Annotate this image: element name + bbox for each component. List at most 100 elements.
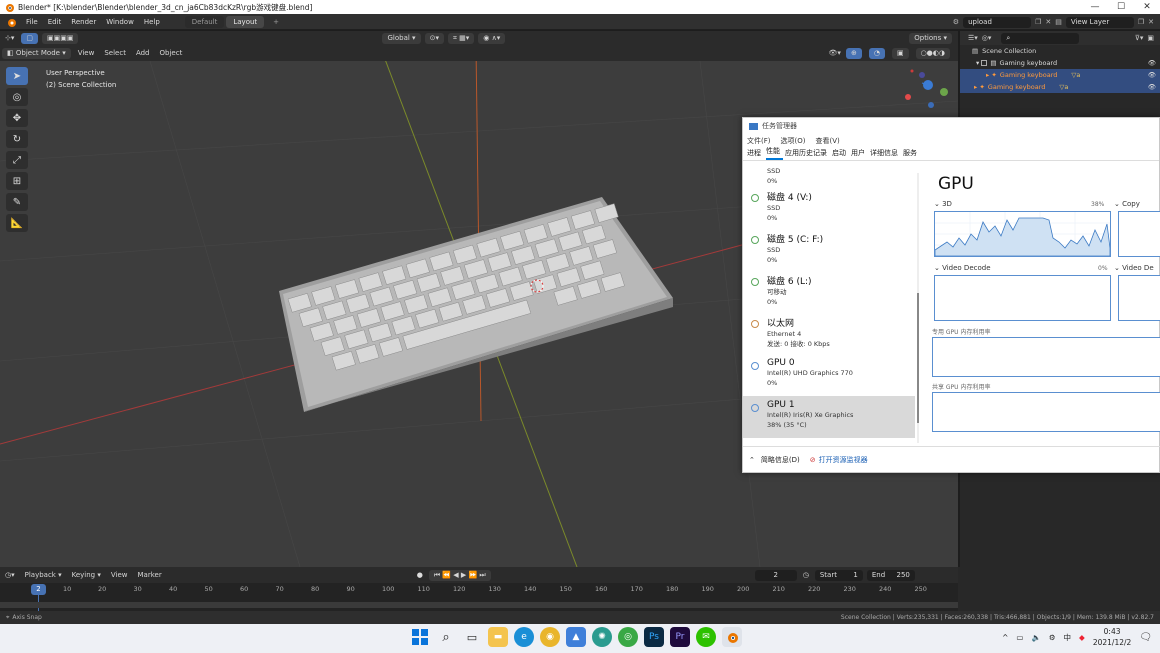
tm-scrollbar[interactable] xyxy=(917,173,919,443)
network-icon[interactable]: ▭ xyxy=(1016,633,1023,642)
outliner-search-input[interactable]: ⌕ xyxy=(1001,32,1080,44)
current-frame-indicator[interactable]: 2 xyxy=(31,584,46,595)
editor-type-icon[interactable]: ⊹▾ xyxy=(0,34,19,42)
playback-controls[interactable]: ⏮ ⏪ ◀ ▶ ⏩ ⏭ xyxy=(428,569,491,581)
menu-file[interactable]: File xyxy=(21,18,43,26)
new-collection-icon[interactable]: ▣ xyxy=(1147,34,1154,42)
move-tool-icon[interactable]: ✥ xyxy=(6,109,28,127)
proportional-icon[interactable]: ◉ ∧▾ xyxy=(478,32,506,44)
annotate-tool-icon[interactable]: ✎ xyxy=(6,193,28,211)
list-item[interactable]: SSD 0% xyxy=(743,168,915,186)
open-resource-monitor-link[interactable]: 打开资源监视器 xyxy=(819,455,868,465)
summary-toggle[interactable]: 简略信息(D) xyxy=(761,455,800,465)
search-icon[interactable]: ⌕ xyxy=(436,627,456,647)
timeline-editor-icon[interactable]: ◷▾ xyxy=(0,571,20,579)
eye-icon[interactable]: 👁 xyxy=(1148,59,1156,67)
pivot-icon[interactable]: ⊙▾ xyxy=(424,32,444,44)
menu-edit[interactable]: Edit xyxy=(43,18,67,26)
display-mode-icon[interactable]: ◎▾ xyxy=(982,34,992,42)
checkbox-icon[interactable] xyxy=(981,60,988,66)
list-item[interactable]: 磁盘 4 (V:) SSD 0% xyxy=(743,186,915,228)
tm-menu-options[interactable]: 选项(O) xyxy=(781,136,806,146)
expand-icon[interactable]: ▸ xyxy=(986,71,989,79)
options-dropdown[interactable]: Options ▾ xyxy=(909,32,952,44)
list-item[interactable]: GPU 1 Intel(R) Iris(R) Xe Graphics 38% (… xyxy=(743,396,915,438)
tab-details[interactable]: 详细信息 xyxy=(870,148,901,160)
filter-icon[interactable]: ⊽▾ xyxy=(1135,34,1144,42)
photos-icon[interactable]: ▲ xyxy=(566,627,586,647)
overlay-icon[interactable]: ◔ xyxy=(868,47,885,59)
visibility-icon[interactable]: 👁▾ xyxy=(829,49,841,57)
tab-startup[interactable]: 启动 xyxy=(832,148,849,160)
expand-icon[interactable]: ▾ xyxy=(976,59,979,67)
notification-icon[interactable]: 🗨 xyxy=(1139,632,1152,643)
copy-scene-icon[interactable]: ❐ xyxy=(1035,18,1041,26)
tab-app-history[interactable]: 应用历史记录 xyxy=(785,148,830,160)
ime-icon[interactable]: 中 xyxy=(1064,632,1072,643)
tm-menu-file[interactable]: 文件(F) xyxy=(747,136,771,146)
green-app-icon[interactable]: ◎ xyxy=(618,627,638,647)
maximize-button[interactable]: ☐ xyxy=(1108,2,1134,12)
blender-taskbar-icon[interactable] xyxy=(722,627,742,647)
copy-layer-icon[interactable]: ❐ xyxy=(1138,18,1144,26)
minimize-button[interactable]: — xyxy=(1082,2,1108,12)
edge-icon[interactable]: e xyxy=(514,627,534,647)
menu-marker[interactable]: Marker xyxy=(133,571,167,579)
menu-timeline-view[interactable]: View xyxy=(106,571,133,579)
menu-playback[interactable]: Playback ▾ xyxy=(20,571,67,579)
orientation-dropdown[interactable]: Global ▾ xyxy=(382,32,421,44)
add-workspace-button[interactable]: + xyxy=(266,16,286,28)
close-scene-icon[interactable]: ✕ xyxy=(1045,18,1051,26)
expand-icon[interactable]: ▸ xyxy=(974,83,977,91)
menu-view[interactable]: View xyxy=(73,49,100,57)
photoshop-icon[interactable]: Ps xyxy=(644,627,664,647)
scale-tool-icon[interactable]: ⤢ xyxy=(6,151,28,169)
record-icon[interactable]: ● xyxy=(417,571,423,579)
measure-tool-icon[interactable]: 📐 xyxy=(6,214,28,232)
select-mode-icons[interactable]: ▣▣▣▣ xyxy=(42,32,79,44)
outliner-scene-collection[interactable]: ▤ Scene Collection xyxy=(960,45,1160,57)
menu-select[interactable]: Select xyxy=(99,49,131,57)
menu-window[interactable]: Window xyxy=(101,18,139,26)
timeline-scrollbar[interactable] xyxy=(0,602,958,608)
xray-icon[interactable]: ▣ xyxy=(891,47,909,59)
network-app-icon[interactable]: ✺ xyxy=(592,627,612,647)
tray-chevron-icon[interactable]: ^ xyxy=(1002,633,1008,642)
scene-field[interactable]: upload xyxy=(963,16,1032,28)
menu-object[interactable]: Object xyxy=(155,49,188,57)
task-view-icon[interactable]: ▭ xyxy=(462,627,482,647)
eye-icon[interactable]: 👁 xyxy=(1148,83,1156,91)
chrome-icon[interactable]: ◉ xyxy=(540,627,560,647)
list-item[interactable]: 磁盘 6 (L:) 可移动 0% xyxy=(743,270,915,312)
start-frame-field[interactable]: Start 1 xyxy=(814,569,863,581)
settings-icon[interactable]: ⚙ xyxy=(1049,633,1056,642)
select-cursor-icon[interactable]: ➤ xyxy=(6,67,28,85)
list-item[interactable]: GPU 0 Intel(R) UHD Graphics 770 0% xyxy=(743,354,915,396)
menu-help[interactable]: Help xyxy=(139,18,165,26)
outliner-row[interactable]: ▸ ✦ Gaming keyboard ▽a 👁 xyxy=(960,69,1160,81)
scrollbar-thumb[interactable] xyxy=(917,293,919,423)
blender-menu-icon[interactable] xyxy=(4,16,18,28)
tab-users[interactable]: 用户 xyxy=(851,148,868,160)
mode-dropdown[interactable]: ◧ Object Mode ▾ xyxy=(2,47,71,59)
clock[interactable]: 0:43 2021/12/2 xyxy=(1093,626,1131,648)
outliner-row[interactable]: ▾ ▤ Gaming keyboard 👁 xyxy=(960,57,1160,69)
view-layer-field[interactable]: View Layer xyxy=(1065,16,1134,28)
end-frame-field[interactable]: End 250 xyxy=(866,569,915,581)
cursor-tool-icon[interactable]: ◎ xyxy=(6,88,28,106)
tab-layout[interactable]: Layout xyxy=(226,15,265,28)
rotate-tool-icon[interactable]: ↻ xyxy=(6,130,28,148)
volume-icon[interactable]: 🔈 xyxy=(1031,633,1040,642)
tab-performance[interactable]: 性能 xyxy=(766,146,783,160)
windows-start-icon[interactable] xyxy=(410,627,430,647)
menu-keying[interactable]: Keying ▾ xyxy=(67,571,106,579)
tab-processes[interactable]: 进程 xyxy=(747,148,764,160)
premiere-icon[interactable]: Pr xyxy=(670,627,690,647)
wechat-icon[interactable]: ✉ xyxy=(696,627,716,647)
clock-icon[interactable]: ◷ xyxy=(803,571,809,579)
timeline-area[interactable]: 2 10 20 30 40 50 60 70 80 90 100 110 120 130 140 150 1… xyxy=(0,583,958,611)
menu-render[interactable]: Render xyxy=(66,18,101,26)
current-frame-field[interactable]: 2 xyxy=(754,569,797,581)
antivirus-icon[interactable]: ◆ xyxy=(1079,633,1085,642)
close-layer-icon[interactable]: ✕ xyxy=(1148,18,1154,26)
